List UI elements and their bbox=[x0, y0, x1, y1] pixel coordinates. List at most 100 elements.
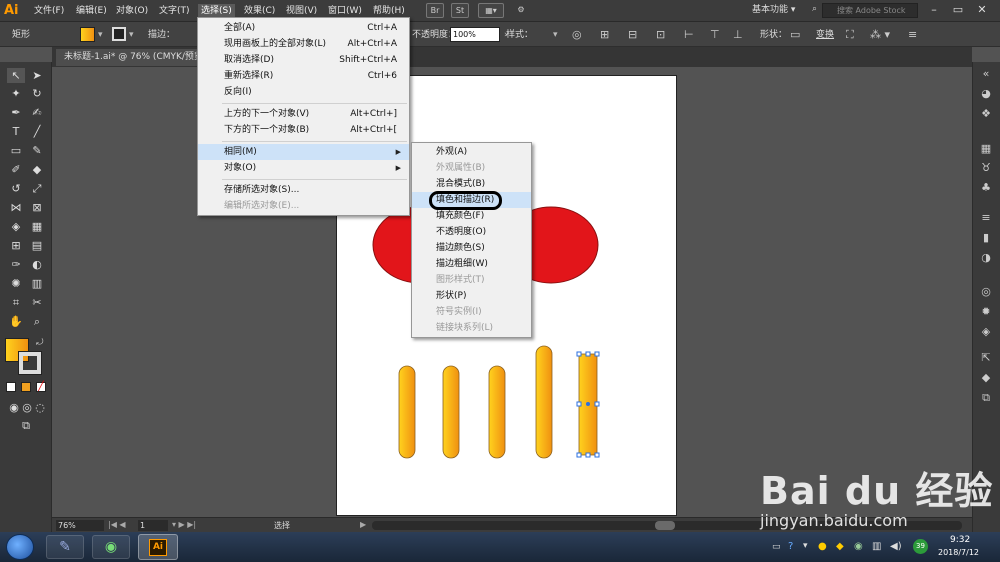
free-transform-tool-icon[interactable]: ⊠ bbox=[28, 200, 46, 215]
transparency-panel-icon[interactable]: ◑ bbox=[977, 250, 995, 265]
maximize-icon[interactable]: ▭ bbox=[948, 2, 968, 18]
start-button-icon[interactable] bbox=[6, 534, 34, 560]
artboard-nav-next-last-icon[interactable]: ▾ ▶ ▶| bbox=[172, 520, 196, 529]
align-bottom-icon[interactable]: ⊥ bbox=[733, 28, 743, 42]
menu-effect[interactable]: 效果(C) bbox=[244, 4, 275, 18]
gradient-tool-icon[interactable]: ▤ bbox=[28, 238, 46, 253]
symbols-panel-icon[interactable]: ♣ bbox=[977, 180, 995, 195]
stroke-color-swatch[interactable] bbox=[18, 351, 42, 375]
menu-view[interactable]: 视图(V) bbox=[286, 4, 317, 18]
stock-search-input[interactable]: 搜索 Adobe Stock bbox=[822, 3, 918, 18]
arrange-documents-icon[interactable]: ▦▾ bbox=[478, 3, 504, 18]
align-icon[interactable]: ⊞ bbox=[600, 28, 609, 42]
direct-selection-tool-icon[interactable]: ➤ bbox=[28, 68, 46, 83]
shape-icon[interactable]: ▭ bbox=[790, 28, 800, 42]
swatches-panel-icon[interactable]: ▦ bbox=[977, 141, 995, 156]
tray-expand-icon[interactable]: ▾ bbox=[803, 541, 808, 551]
menu-item-all-on-artboard[interactable]: 现用画板上的全部对象(L) Alt+Ctrl+A bbox=[198, 36, 409, 52]
fill-swatch[interactable] bbox=[80, 27, 95, 42]
more-options-icon[interactable]: ⁂ ▾ bbox=[870, 28, 890, 42]
menu-item-next-object-below[interactable]: 下方的下一个对象(B) Alt+Ctrl+[ bbox=[198, 122, 409, 138]
artboards-panel-icon[interactable]: ⇱ bbox=[977, 350, 995, 365]
menu-type[interactable]: 文字(T) bbox=[159, 4, 190, 18]
tray-keyboard-icon[interactable]: ▭ bbox=[772, 542, 781, 552]
selection-tool-icon[interactable]: ↖ bbox=[7, 68, 25, 83]
close-icon[interactable]: ✕ bbox=[972, 2, 992, 18]
menu-item-inverse[interactable]: 反向(I) bbox=[198, 84, 409, 100]
asset-export-icon[interactable]: ⧉ bbox=[977, 390, 995, 405]
tray-badge[interactable]: 39 bbox=[913, 539, 928, 554]
fill-dropdown-icon[interactable]: ▾ bbox=[98, 28, 103, 42]
status-arrow-icon[interactable]: ▶ bbox=[360, 520, 366, 529]
submenu-item-opacity[interactable]: 不透明度(O) bbox=[412, 224, 531, 240]
tray-security-icon[interactable]: ◆ bbox=[836, 541, 844, 552]
menu-item-reselect[interactable]: 重新选择(R) Ctrl+6 bbox=[198, 68, 409, 84]
hand-tool-icon[interactable]: ✋ bbox=[7, 314, 25, 329]
stock-button[interactable]: St bbox=[451, 3, 469, 18]
volume-icon[interactable]: ◀) bbox=[890, 541, 902, 552]
panel-menu-icon[interactable]: ≡ bbox=[908, 28, 917, 42]
tray-help-icon[interactable]: ? bbox=[788, 541, 793, 552]
submenu-item-fill-color[interactable]: 填充颜色(F) bbox=[412, 208, 531, 224]
graph-tool-icon[interactable]: ▥ bbox=[28, 276, 46, 291]
menu-file[interactable]: 文件(F) bbox=[34, 4, 64, 18]
orange-bar-2[interactable] bbox=[442, 365, 460, 459]
align-right-icon[interactable]: ⊢ bbox=[684, 28, 694, 42]
screen-mode-icon[interactable]: ⧉ bbox=[17, 418, 35, 433]
graphic-styles-panel-icon[interactable]: ✹ bbox=[977, 304, 995, 319]
recolor-icon[interactable]: ◎ bbox=[572, 28, 582, 42]
magic-wand-tool-icon[interactable]: ✦ bbox=[7, 86, 25, 101]
menu-item-next-object-above[interactable]: 上方的下一个对象(V) Alt+Ctrl+] bbox=[198, 106, 409, 122]
orange-bar-3[interactable] bbox=[488, 365, 506, 459]
shaper-tool-icon[interactable]: ✐ bbox=[7, 162, 25, 177]
opacity-input[interactable]: 100% bbox=[450, 27, 500, 42]
mesh-tool-icon[interactable]: ⊞ bbox=[7, 238, 25, 253]
bridge-button[interactable]: Br bbox=[426, 3, 444, 18]
distribute-icon[interactable]: ⊟ bbox=[628, 28, 637, 42]
eraser-tool-icon[interactable]: ◆ bbox=[28, 162, 46, 177]
submenu-item-stroke-weight[interactable]: 描边粗细(W) bbox=[412, 256, 531, 272]
menu-window[interactable]: 窗口(W) bbox=[328, 4, 362, 18]
width-tool-icon[interactable]: ⋈ bbox=[7, 200, 25, 215]
symbol-sprayer-tool-icon[interactable]: ✺ bbox=[7, 276, 25, 291]
rectangle-tool-icon[interactable]: ▭ bbox=[7, 143, 25, 158]
submenu-item-appearance[interactable]: 外观(A) bbox=[412, 144, 531, 160]
align-center-icon[interactable]: ⊡ bbox=[656, 28, 665, 42]
panel-collapse-icon[interactable]: « bbox=[977, 66, 995, 81]
illustrator-taskbar-button[interactable]: Ai bbox=[138, 534, 178, 560]
layers-panel-icon[interactable]: ◈ bbox=[977, 324, 995, 339]
workspace-switcher[interactable]: 基本功能 ▾ bbox=[752, 3, 795, 18]
slice-tool-icon[interactable]: ✂ bbox=[28, 295, 46, 310]
layers-stack-icon[interactable]: ◆ bbox=[977, 370, 995, 385]
align-top-icon[interactable]: ⊤ bbox=[710, 28, 720, 42]
zoom-tool-icon[interactable]: ⌕ bbox=[28, 314, 46, 329]
rotate-tool-icon[interactable]: ↺ bbox=[7, 181, 25, 196]
brushes-panel-icon[interactable]: ♉ bbox=[977, 160, 995, 175]
isolate-icon[interactable]: ⛶ bbox=[846, 28, 854, 42]
tray-app-icon[interactable]: ● bbox=[818, 541, 827, 552]
minimize-icon[interactable]: – bbox=[924, 2, 944, 18]
scrollbar-thumb[interactable] bbox=[655, 521, 675, 530]
paintbrush-tool-icon[interactable]: ✎ bbox=[28, 143, 46, 158]
lasso-tool-icon[interactable]: ↻ bbox=[28, 86, 46, 101]
submenu-item-stroke-color[interactable]: 描边颜色(S) bbox=[412, 240, 531, 256]
none-mode-icon[interactable]: ╱ bbox=[36, 382, 46, 392]
menu-item-select-all[interactable]: 全部(A) Ctrl+A bbox=[198, 20, 409, 36]
orange-bar-4[interactable] bbox=[535, 345, 553, 459]
tray-app2-icon[interactable]: ◉ bbox=[854, 541, 863, 552]
submenu-item-shape[interactable]: 形状(P) bbox=[412, 288, 531, 304]
stroke-panel-icon[interactable]: ≡ bbox=[977, 210, 995, 225]
browser-taskbar-icon[interactable]: ◉ bbox=[92, 535, 130, 559]
gpu-performance-icon[interactable]: ⚙ bbox=[512, 3, 530, 18]
pen-tool-icon[interactable]: ✒ bbox=[7, 105, 25, 120]
submenu-item-blending-mode[interactable]: 混合模式(B) bbox=[412, 176, 531, 192]
type-tool-icon[interactable]: T bbox=[7, 124, 25, 139]
artboard-tool-icon[interactable]: ⌗ bbox=[7, 295, 25, 310]
line-tool-icon[interactable]: ╱ bbox=[28, 124, 46, 139]
stroke-swatch[interactable] bbox=[112, 27, 126, 41]
zoom-level-field[interactable]: 76% bbox=[56, 520, 104, 531]
transform-link[interactable]: 变换 bbox=[816, 28, 834, 42]
menu-item-save-selection[interactable]: 存储所选对象(S)... bbox=[198, 182, 409, 198]
draw-inside-icon[interactable]: ◌ bbox=[31, 400, 49, 415]
menu-edit[interactable]: 编辑(E) bbox=[76, 4, 107, 18]
